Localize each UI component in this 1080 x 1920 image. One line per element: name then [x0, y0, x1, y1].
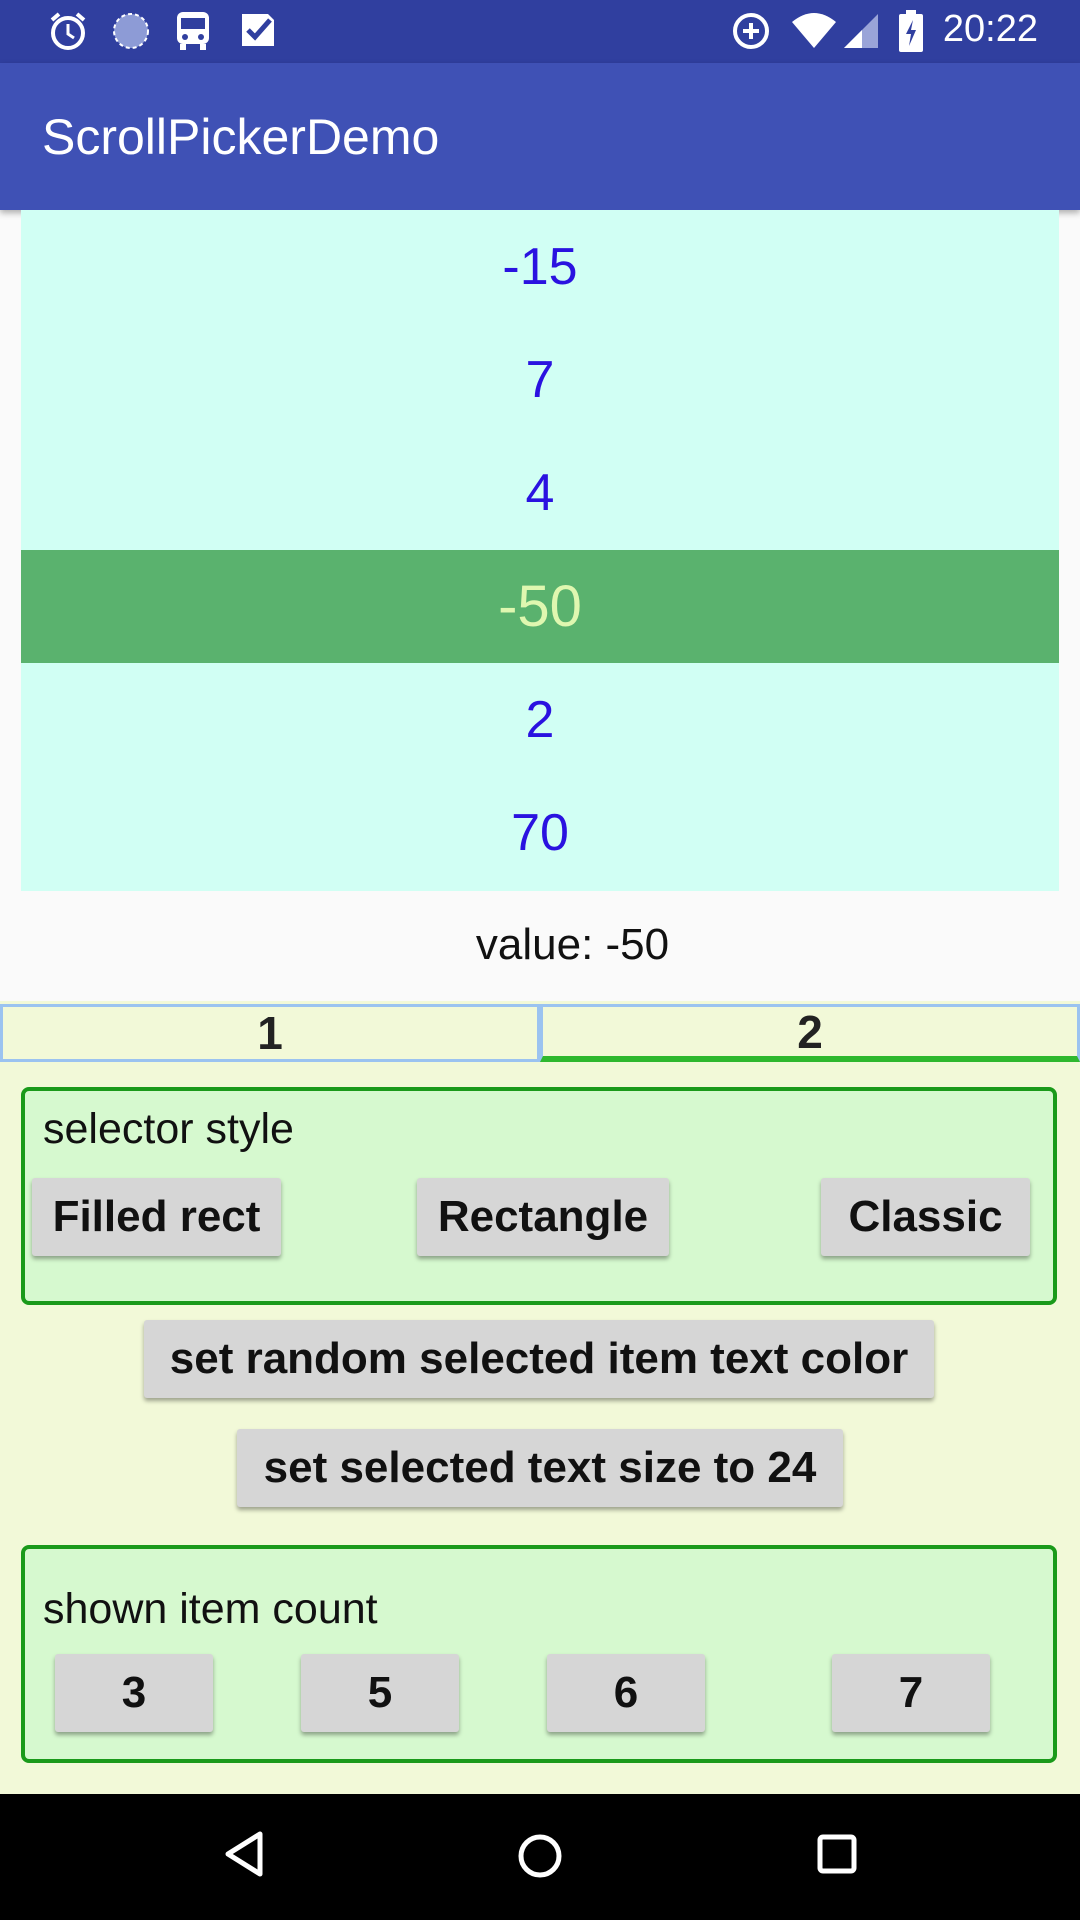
picker-item-selected[interactable]: -50	[21, 550, 1059, 663]
count-3-button[interactable]: 3	[55, 1654, 213, 1732]
recents-icon[interactable]	[814, 1828, 862, 1885]
wifi-icon	[790, 10, 838, 57]
status-bar: 20:22	[0, 0, 1080, 63]
picker-item[interactable]: -15	[21, 210, 1059, 323]
app-title: ScrollPickerDemo	[42, 109, 440, 165]
selector-style-group: selector style Filled rect Rectangle Cla…	[21, 1087, 1057, 1305]
task-icon	[238, 10, 278, 55]
picker-item[interactable]: 2	[21, 663, 1059, 776]
count-6-button[interactable]: 6	[547, 1654, 705, 1732]
home-icon[interactable]	[512, 1828, 568, 1889]
classic-button[interactable]: Classic	[821, 1178, 1030, 1256]
battery-icon	[898, 10, 924, 59]
item-count-group: shown item count 3 5 6 7	[21, 1545, 1057, 1763]
app-bar: ScrollPickerDemo	[0, 63, 1080, 210]
item-count-label: shown item count	[43, 1585, 378, 1633]
scroll-picker[interactable]: -15 7 4 -50 2 70	[21, 210, 1059, 891]
selector-style-label: selector style	[43, 1105, 294, 1153]
tab-2[interactable]: 2	[540, 1004, 1080, 1062]
picker-item[interactable]: 7	[21, 323, 1059, 436]
picker-item[interactable]: 4	[21, 436, 1059, 549]
navigation-bar	[0, 1794, 1080, 1920]
text-size-button[interactable]: set selected text size to 24	[237, 1429, 843, 1507]
back-icon[interactable]	[220, 1828, 266, 1885]
filled-rect-button[interactable]: Filled rect	[32, 1178, 281, 1256]
alarm-icon	[48, 10, 88, 57]
data-saver-icon	[730, 10, 772, 57]
rectangle-button[interactable]: Rectangle	[417, 1178, 669, 1256]
value-label: value: -50	[475, 920, 670, 969]
tab-1[interactable]: 1	[0, 1004, 540, 1062]
picker-item[interactable]: 70	[21, 776, 1059, 889]
bus-icon	[174, 10, 212, 57]
clock: 20:22	[942, 8, 1038, 50]
sync-icon	[110, 10, 152, 57]
count-7-button[interactable]: 7	[832, 1654, 990, 1732]
random-color-button[interactable]: set random selected item text color	[144, 1320, 934, 1398]
count-5-button[interactable]: 5	[301, 1654, 459, 1732]
signal-icon	[842, 10, 882, 57]
